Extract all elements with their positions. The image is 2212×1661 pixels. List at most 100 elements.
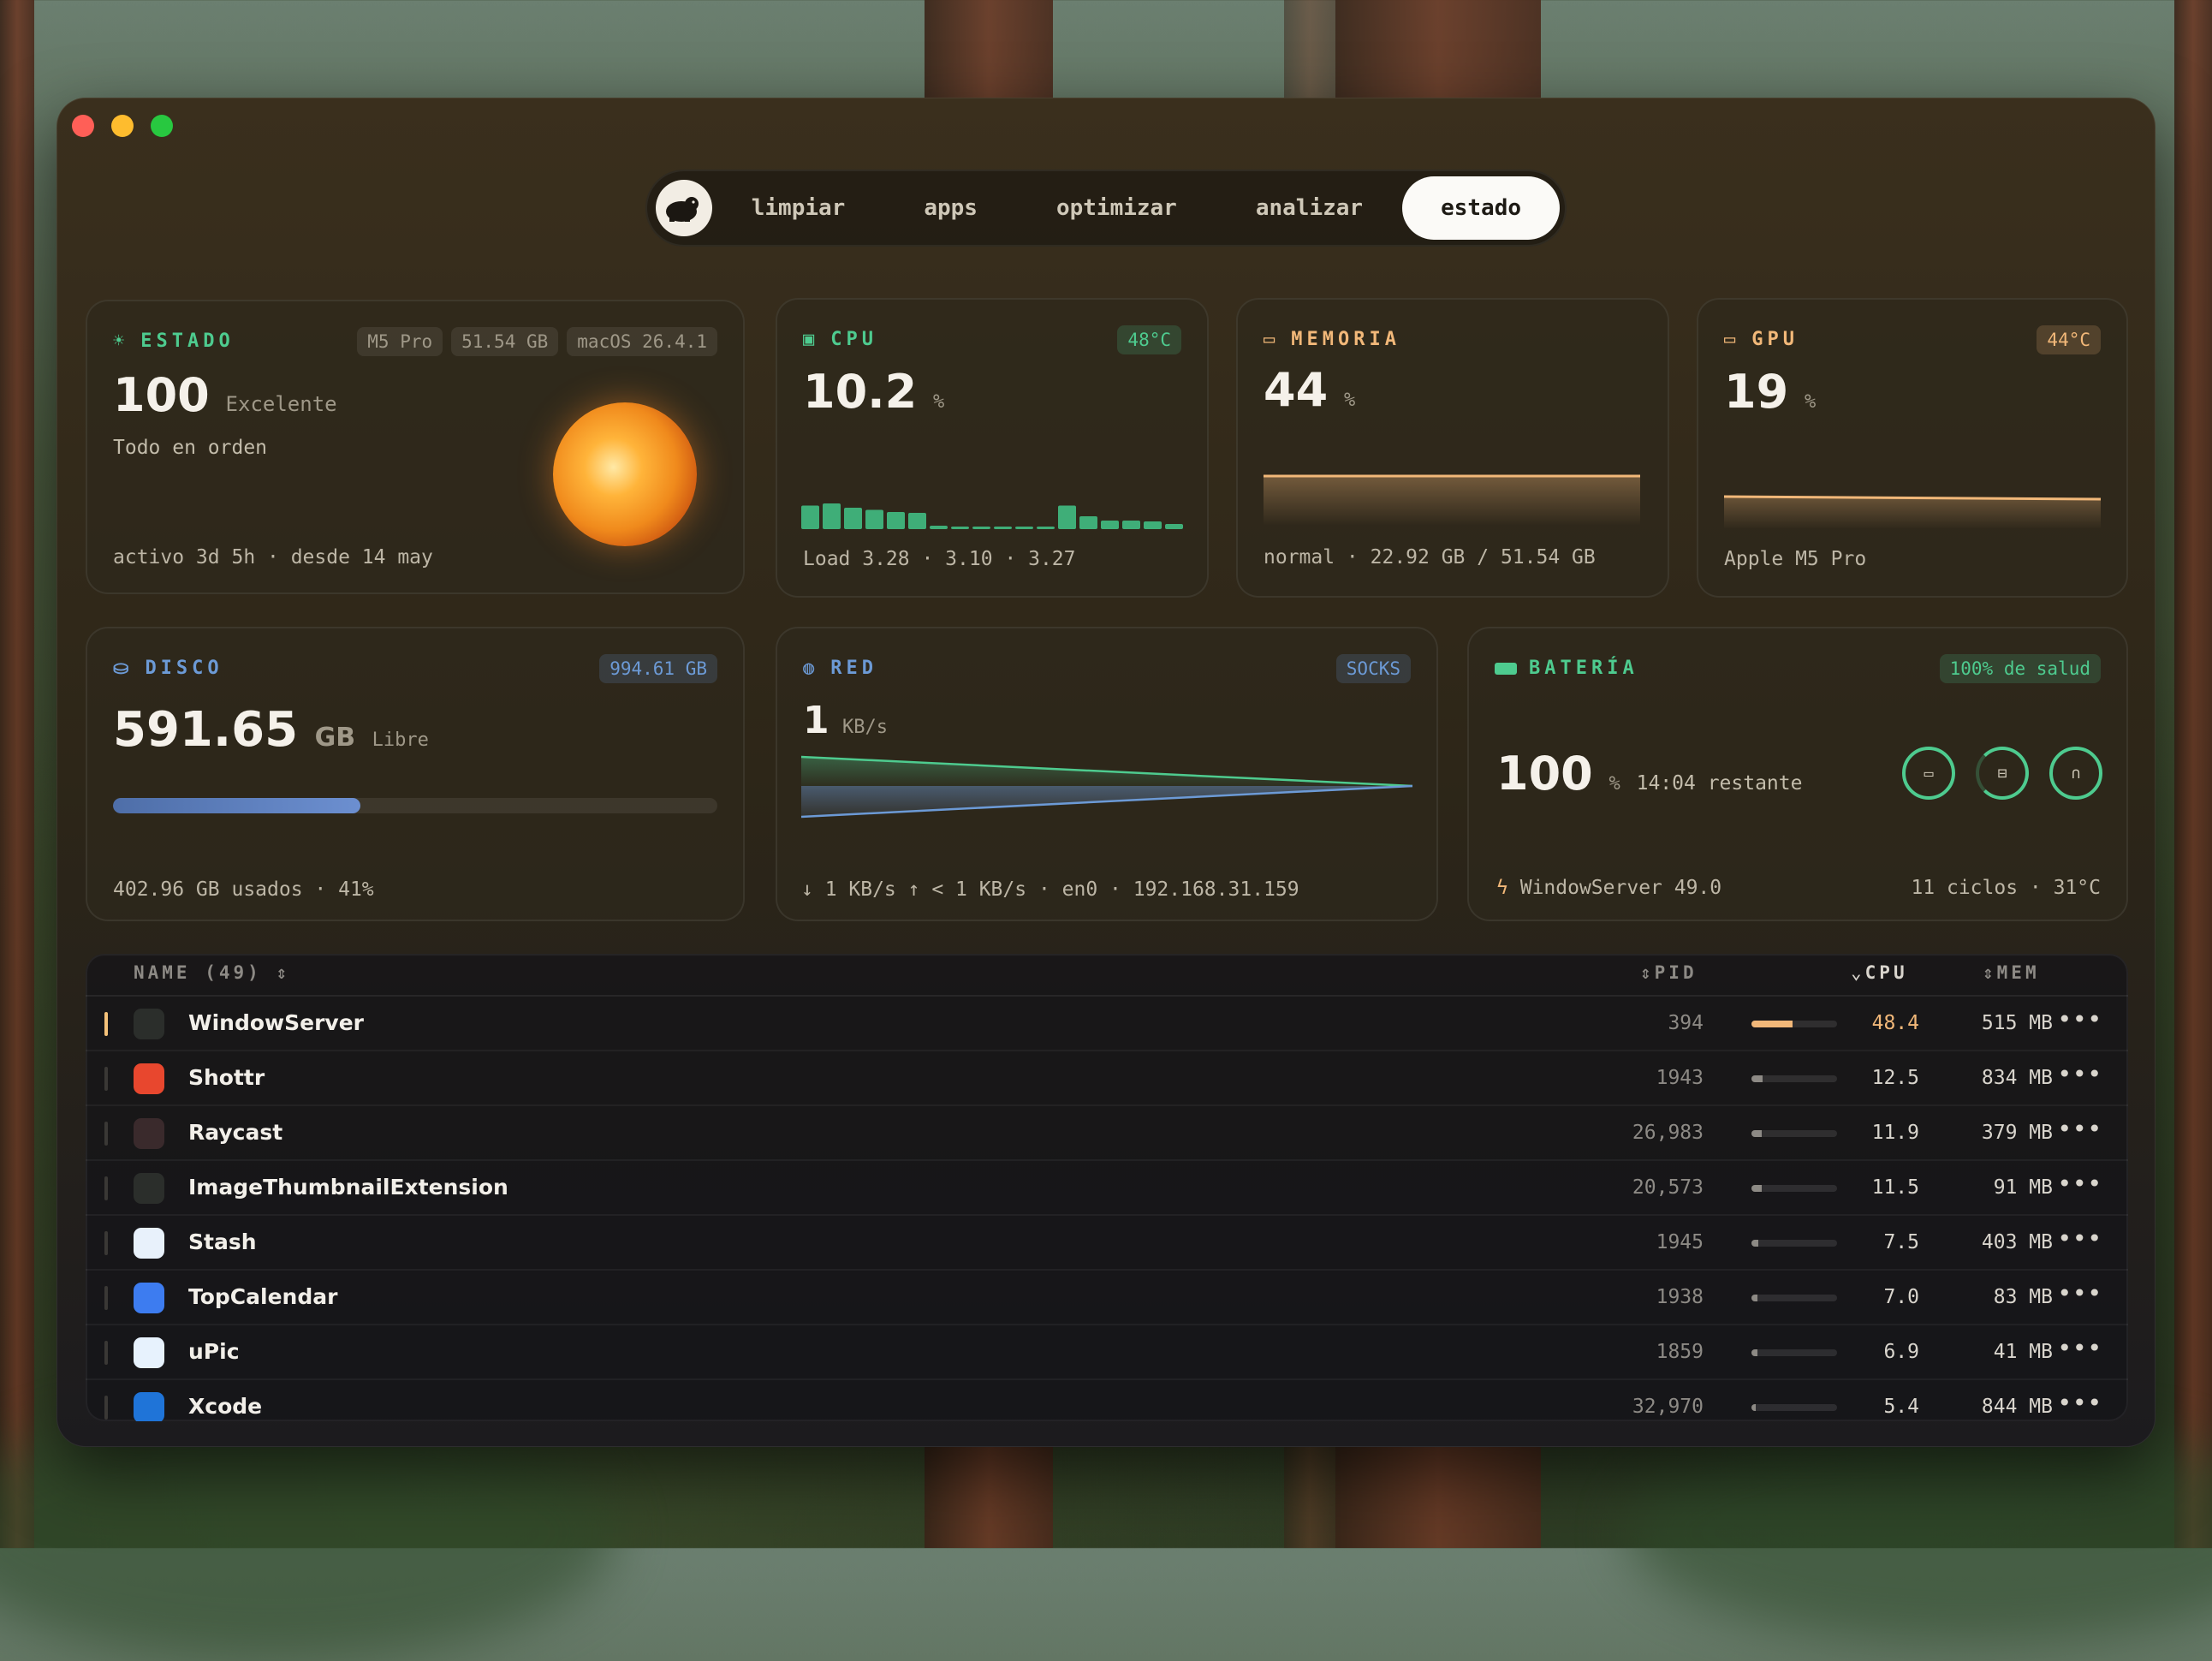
- cpu-history-bar: [887, 512, 905, 529]
- process-cpu: 11.9: [1871, 1122, 1919, 1144]
- more-options-icon[interactable]: •••: [2057, 1115, 2102, 1143]
- table-row[interactable]: uPic 1859 6.9 41 MB •••: [86, 1325, 2128, 1380]
- table-row[interactable]: Stash 1945 7.5 403 MB •••: [86, 1216, 2128, 1271]
- table-header: NAME (49) ⇕ ⇕PID ⌄CPU ⇕MEM: [86, 954, 2128, 997]
- table-row[interactable]: Raycast 26,983 11.9 379 MB •••: [86, 1106, 2128, 1161]
- cpu-card: ▣ CPU 48°C 10.2 % Load 3.28 · 3.10 · 3.2…: [776, 298, 1209, 598]
- cpu-history-bar: [865, 509, 883, 529]
- more-options-icon[interactable]: •••: [2057, 1005, 2102, 1033]
- cpu-history-bar: [1015, 527, 1033, 529]
- activity-monitor-icon: [134, 1009, 164, 1039]
- sun-icon: ☀: [113, 330, 129, 352]
- bateria-card: BATERÍA 100% de salud 100 % 14:04 restan…: [1467, 627, 2128, 921]
- process-mem: 83 MB: [1993, 1286, 2053, 1308]
- close-window-button[interactable]: [72, 115, 94, 137]
- chip-pill: M5 Pro: [357, 327, 443, 356]
- cpu-usage-bar: [1751, 1130, 1837, 1137]
- proxy-badge: SOCKS: [1335, 654, 1411, 683]
- mem-column-header[interactable]: ⇕MEM: [1983, 962, 2040, 983]
- table-row[interactable]: TopCalendar 1938 7.0 83 MB •••: [86, 1271, 2128, 1325]
- case-battery-ring[interactable]: ⊟: [1976, 747, 2029, 800]
- headphones-battery-ring[interactable]: ∩: [2049, 747, 2102, 800]
- more-options-icon[interactable]: •••: [2057, 1389, 2102, 1417]
- tab-optimizar[interactable]: optimizar: [1017, 176, 1216, 240]
- process-mem: 834 MB: [1981, 1067, 2053, 1089]
- cpu-usage-fill: [1751, 1130, 1762, 1137]
- tab-analizar[interactable]: analizar: [1216, 176, 1402, 240]
- laptop-battery-ring[interactable]: ▭: [1902, 747, 1955, 800]
- process-name: WindowServer: [188, 1010, 364, 1035]
- health-score-label: Excelente: [225, 392, 337, 416]
- minimize-window-button[interactable]: [111, 115, 134, 137]
- tab-limpiar[interactable]: limpiar: [712, 176, 885, 240]
- table-row[interactable]: Xcode 32,970 5.4 844 MB •••: [86, 1380, 2128, 1421]
- more-options-icon[interactable]: •••: [2057, 1060, 2102, 1088]
- zoom-window-button[interactable]: [151, 115, 173, 137]
- activity-marker: [104, 1012, 108, 1036]
- cpu-history-bar: [801, 505, 819, 529]
- cpu-history-chart: [801, 503, 1183, 529]
- cpu-unit: %: [933, 391, 945, 413]
- cpu-history-bar: [1079, 516, 1097, 529]
- tab-apps[interactable]: apps: [884, 176, 1017, 240]
- os-pill: macOS 26.4.1: [567, 327, 717, 356]
- estado-title: ESTADO: [140, 330, 235, 352]
- cpu-usage-bar: [1751, 1075, 1837, 1082]
- more-options-icon[interactable]: •••: [2057, 1334, 2102, 1362]
- gpu-unit: %: [1804, 391, 1817, 413]
- cpu-history-bar: [994, 527, 1012, 529]
- battery-value: 100: [1496, 747, 1593, 801]
- process-mem: 403 MB: [1981, 1231, 2053, 1253]
- pid-column-header[interactable]: ⇕PID: [1640, 962, 1698, 983]
- battery-cycles: 11 ciclos · 31°C: [1911, 877, 2101, 899]
- activity-marker: [104, 1231, 108, 1255]
- cpu-usage-fill: [1751, 1185, 1762, 1192]
- activity-marker: [104, 1341, 108, 1365]
- activity-monitor-icon: [134, 1173, 164, 1204]
- cpu-history-bar: [844, 508, 862, 529]
- table-row[interactable]: Shottr 1943 12.5 834 MB •••: [86, 1051, 2128, 1106]
- process-pid: 32,970: [1632, 1396, 1704, 1418]
- activity-marker: [104, 1176, 108, 1200]
- table-row[interactable]: ImageThumbnailExtension 20,573 11.5 91 MB ••…: [86, 1161, 2128, 1216]
- battery-remaining: 14:04 restante: [1636, 772, 1803, 795]
- cpu-usage-bar: [1751, 1295, 1837, 1301]
- activity-marker: [104, 1396, 108, 1420]
- cpu-usage-bar: [1751, 1185, 1837, 1192]
- name-column-header[interactable]: NAME (49) ⇕: [134, 962, 290, 983]
- cpu-history-bar: [1101, 521, 1119, 529]
- process-cpu: 12.5: [1871, 1067, 1919, 1089]
- more-options-icon[interactable]: •••: [2057, 1279, 2102, 1307]
- process-pid: 20,573: [1632, 1176, 1704, 1199]
- beaver-logo-icon: [656, 180, 712, 236]
- red-card: ◍ RED SOCKS 1 KB/s ↓ 1 KB/s ↑ < 1 KB/s ·…: [776, 627, 1438, 921]
- tab-estado[interactable]: estado: [1402, 176, 1560, 240]
- more-options-icon[interactable]: •••: [2057, 1170, 2102, 1198]
- process-cpu: 7.5: [1883, 1231, 1919, 1253]
- sun-orb-icon: [553, 402, 697, 546]
- memoria-footer: normal · 22.92 GB / 51.54 GB: [1264, 546, 1596, 569]
- process-table: NAME (49) ⇕ ⇕PID ⌄CPU ⇕MEM WindowServer 3…: [86, 954, 2128, 1421]
- app-window: limpiar apps optimizar analizar estado ☀…: [56, 98, 2156, 1447]
- process-mem: 41 MB: [1993, 1341, 2053, 1363]
- network-footer: ↓ 1 KB/s ↑ < 1 KB/s · en0 · 192.168.31.1…: [801, 878, 1299, 901]
- cpu-column-header[interactable]: ⌄CPU: [1851, 962, 1908, 983]
- window-controls: [72, 115, 173, 137]
- process-pid: 26,983: [1632, 1122, 1704, 1144]
- uptime-text: activo 3d 5h · desde 14 may: [113, 546, 433, 569]
- table-row[interactable]: WindowServer 394 48.4 515 MB •••: [86, 997, 2128, 1051]
- stash-icon: [134, 1228, 164, 1259]
- red-title: RED: [830, 658, 877, 679]
- calendar-icon: [134, 1283, 164, 1313]
- cpu-usage-fill: [1751, 1240, 1758, 1247]
- cpu-history-bar: [930, 526, 948, 529]
- more-options-icon[interactable]: •••: [2057, 1224, 2102, 1253]
- cpu-usage-bar: [1751, 1349, 1837, 1356]
- memoria-unit: %: [1343, 390, 1356, 411]
- network-value: 1: [803, 699, 830, 742]
- process-pid: 1945: [1656, 1231, 1704, 1253]
- cpu-history-bar: [1122, 521, 1140, 529]
- memoria-value: 44: [1264, 363, 1329, 417]
- process-name: Shottr: [188, 1065, 265, 1090]
- system-pills: M5 Pro 51.54 GB macOS 26.4.1: [357, 327, 717, 356]
